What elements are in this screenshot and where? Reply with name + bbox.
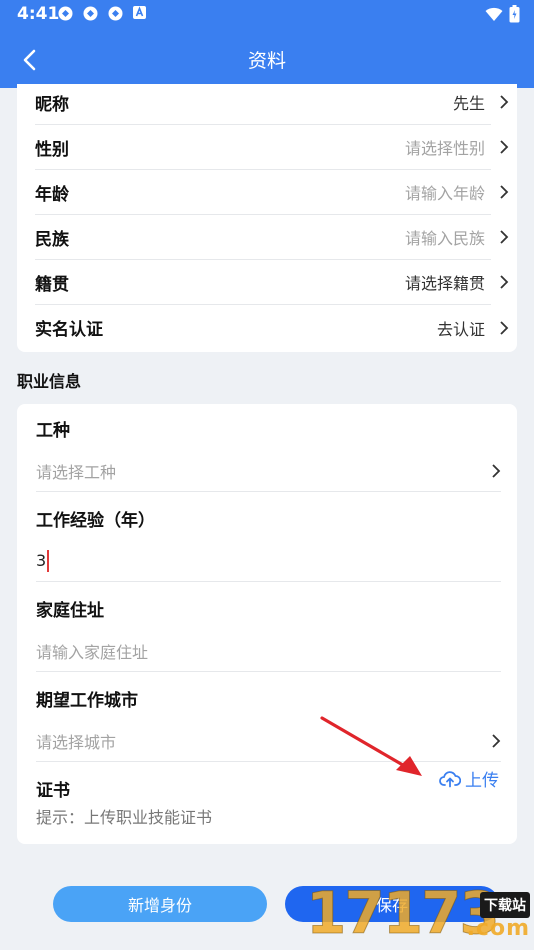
basic-info-card: 昵称 先生 性别 请选择性别 年龄 请输入年龄 民族 请输入民族 籍贯 请选择籍…	[17, 84, 517, 352]
career-info-card: 工种 请选择工种 工作经验（年） 3 家庭住址 请输入家庭住址 期望工作城市 请…	[17, 404, 517, 844]
status-time: 4:41	[17, 4, 60, 24]
status-bar: 4:41	[0, 0, 534, 28]
row-value: 请输入年龄	[404, 184, 485, 203]
watermark-domain: .com	[466, 916, 530, 941]
nav-bar: 资料	[0, 34, 534, 84]
verification-row[interactable]: 实名认证 去认证	[35, 305, 509, 350]
chevron-right-icon	[500, 140, 509, 154]
row-value: 请选择籍贯	[404, 274, 485, 293]
text-cursor	[47, 549, 50, 572]
notification-icon	[83, 6, 98, 21]
row-label: 民族	[35, 229, 69, 250]
cloud-upload-icon	[439, 770, 461, 787]
chevron-right-icon	[492, 733, 501, 748]
certificate-label: 证书	[36, 781, 70, 801]
row-value: 请选择性别	[404, 139, 485, 158]
row-label: 籍贯	[35, 274, 69, 295]
nickname-row[interactable]: 昵称 先生	[35, 80, 509, 125]
gender-row[interactable]: 性别 请选择性别	[35, 125, 509, 170]
city-placeholder: 请选择城市	[36, 732, 117, 752]
row-label: 昵称	[35, 94, 69, 115]
font-badge-icon	[133, 6, 146, 19]
job-type-label: 工种	[36, 421, 70, 441]
row-label: 性别	[35, 139, 69, 160]
row-value: 先生	[452, 94, 485, 113]
notification-icon	[108, 6, 123, 21]
status-right-icons	[485, 5, 520, 23]
ethnicity-row[interactable]: 民族 请输入民族	[35, 215, 509, 260]
battery-icon	[509, 5, 520, 23]
notification-icon	[58, 6, 73, 21]
status-notification-icons	[57, 5, 147, 22]
chevron-right-icon	[492, 463, 501, 478]
certificate-hint: 提示：上传职业技能证书	[36, 808, 213, 827]
career-section-title: 职业信息	[17, 372, 82, 391]
add-identity-button[interactable]: 新增身份	[53, 886, 267, 922]
chevron-right-icon	[500, 95, 509, 109]
page-title: 资料	[247, 50, 286, 72]
city-select[interactable]: 请选择城市	[36, 720, 501, 762]
site-watermark: 17173 下载站 .com	[306, 880, 534, 950]
experience-label: 工作经验（年）	[36, 511, 155, 531]
address-label: 家庭住址	[36, 601, 104, 621]
chevron-right-icon	[500, 230, 509, 244]
watermark-tag: 下载站	[480, 892, 530, 918]
job-type-select[interactable]: 请选择工种	[36, 450, 501, 492]
experience-value: 3	[36, 551, 47, 570]
upload-label: 上传	[465, 771, 499, 791]
row-value: 去认证	[436, 319, 485, 339]
hometown-row[interactable]: 籍贯 请选择籍贯	[35, 260, 509, 305]
wifi-icon	[485, 7, 503, 21]
app-header: 4:41 资料	[0, 0, 534, 88]
annotation-arrow-icon	[320, 716, 422, 776]
experience-input[interactable]: 3	[36, 540, 501, 582]
city-label: 期望工作城市	[36, 691, 138, 711]
age-row[interactable]: 年龄 请输入年龄	[35, 170, 509, 215]
job-type-placeholder: 请选择工种	[36, 462, 117, 482]
chevron-right-icon	[500, 185, 509, 199]
chevron-right-icon	[500, 320, 509, 335]
row-label: 实名认证	[35, 320, 103, 340]
address-placeholder: 请输入家庭住址	[36, 642, 149, 662]
address-input[interactable]: 请输入家庭住址	[36, 630, 501, 672]
row-value: 请输入民族	[404, 229, 485, 248]
row-label: 年龄	[35, 184, 69, 205]
upload-button[interactable]: 上传	[439, 766, 499, 791]
chevron-right-icon	[500, 275, 509, 289]
